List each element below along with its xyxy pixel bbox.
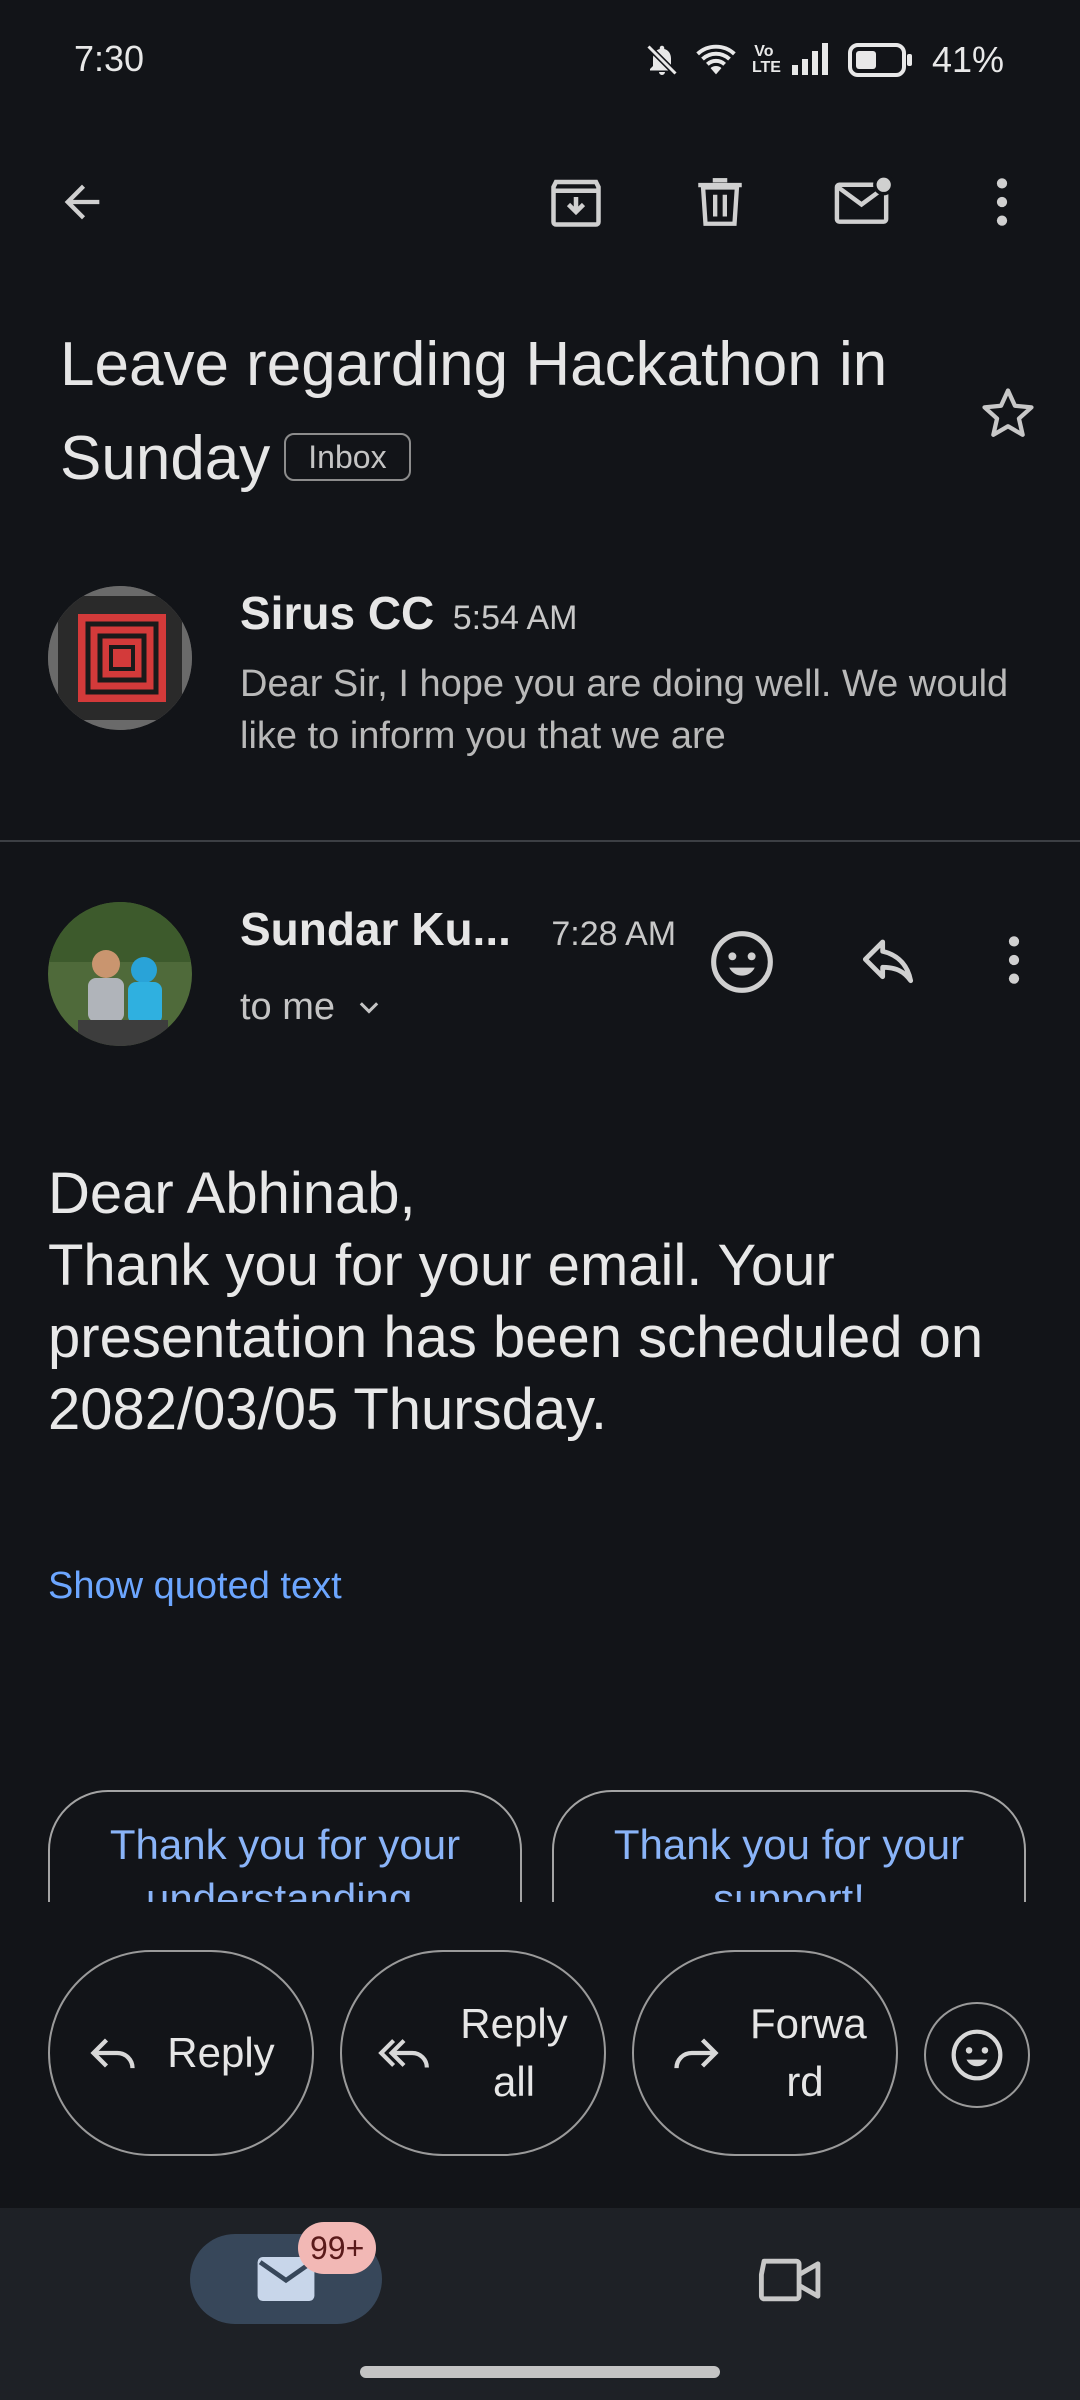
- message-header-sirus[interactable]: Sirus CC 5:54 AM: [240, 586, 577, 640]
- body-greeting: Dear Abhinab,: [48, 1161, 416, 1226]
- recipient-text: to me: [240, 986, 336, 1028]
- chevron-down-icon: [355, 994, 383, 1022]
- reply-label: Reply: [167, 2029, 275, 2076]
- more-vert-icon: [1004, 932, 1024, 988]
- message-more-button[interactable]: [1004, 932, 1024, 988]
- status-time: 7:30: [74, 38, 145, 79]
- star-outline-icon: [976, 382, 1040, 446]
- unread-badge: 99+: [298, 2222, 377, 2274]
- sender-name: Sundar Ku...: [240, 903, 511, 955]
- battery-icon: [847, 43, 914, 77]
- show-quoted-text-link[interactable]: Show quoted text: [48, 1565, 342, 1608]
- star-button[interactable]: [976, 382, 1040, 446]
- archive-icon: [546, 172, 606, 232]
- subject-text: Leave regarding Hackathon in Sunday: [60, 330, 888, 493]
- arrow-left-icon: [56, 176, 108, 228]
- smart-reply-chip[interactable]: Thank you for your understanding.: [48, 1790, 522, 1902]
- message-time: 5:54 AM: [452, 599, 578, 637]
- more-options-button[interactable]: [966, 166, 1038, 238]
- reply-icon: [87, 2027, 139, 2079]
- smart-reply-chip[interactable]: Thank you for your support!: [552, 1790, 1026, 1902]
- battery-percent: 41%: [931, 39, 1004, 80]
- forward-icon: [670, 2027, 722, 2079]
- message-divider: [0, 840, 1080, 842]
- message-snippet[interactable]: Dear Sir, I hope you are doing well. We …: [240, 658, 1020, 762]
- emoji-icon: [949, 2027, 1005, 2083]
- forward-button[interactable]: Forwa rd: [632, 1950, 898, 2156]
- trash-icon: [691, 173, 749, 231]
- message-body: Dear Abhinab, Thank you for your email. …: [48, 1158, 1038, 1446]
- body-paragraph: Thank you for your email. Your presentat…: [48, 1233, 984, 1442]
- nav-tab-meet[interactable]: [756, 2252, 826, 2308]
- mail-unread-icon: [832, 172, 896, 232]
- inbox-label[interactable]: Inbox: [284, 432, 411, 481]
- mark-unread-button[interactable]: [828, 166, 900, 238]
- status-icons: Vo LTE 41%: [644, 30, 1080, 90]
- sender-avatar-sundar[interactable]: [48, 902, 192, 1046]
- volte-icon: Vo LTE: [751, 43, 781, 76]
- reply-icon: [856, 930, 920, 994]
- forward-label: Forwa rd: [750, 2000, 867, 2105]
- sender-name: Sirus CC: [240, 587, 435, 639]
- reply-icon-button[interactable]: [856, 930, 920, 994]
- smart-replies: Thank you for your understanding. Thank …: [48, 1790, 1048, 1902]
- bell-off-icon: [644, 42, 680, 78]
- reply-all-icon: [377, 2027, 431, 2079]
- reply-button[interactable]: Reply: [48, 1950, 314, 2156]
- video-camera-icon: [756, 2252, 826, 2308]
- wifi-icon: [694, 42, 738, 78]
- more-vert-icon: [992, 174, 1012, 230]
- react-emoji-button[interactable]: [708, 928, 776, 996]
- emoji-icon: [708, 928, 776, 996]
- archive-button[interactable]: [540, 166, 612, 238]
- reply-all-label: Reply all: [460, 2000, 568, 2105]
- back-button[interactable]: [46, 166, 118, 238]
- recipient-details-toggle[interactable]: to me: [240, 986, 383, 1029]
- message-header-sundar[interactable]: Sundar Ku... 7:28 AM: [240, 902, 676, 956]
- email-subject: Leave regarding Hackathon in Sunday Inbox: [60, 318, 940, 506]
- sender-avatar-sirus[interactable]: [48, 586, 192, 730]
- react-emoji-pill[interactable]: [924, 2002, 1030, 2108]
- home-indicator[interactable]: [360, 2366, 720, 2378]
- message-time: 7:28 AM: [551, 915, 677, 953]
- signal-icon: [790, 43, 834, 77]
- reply-all-button[interactable]: Reply all: [340, 1950, 606, 2156]
- delete-button[interactable]: [684, 166, 756, 238]
